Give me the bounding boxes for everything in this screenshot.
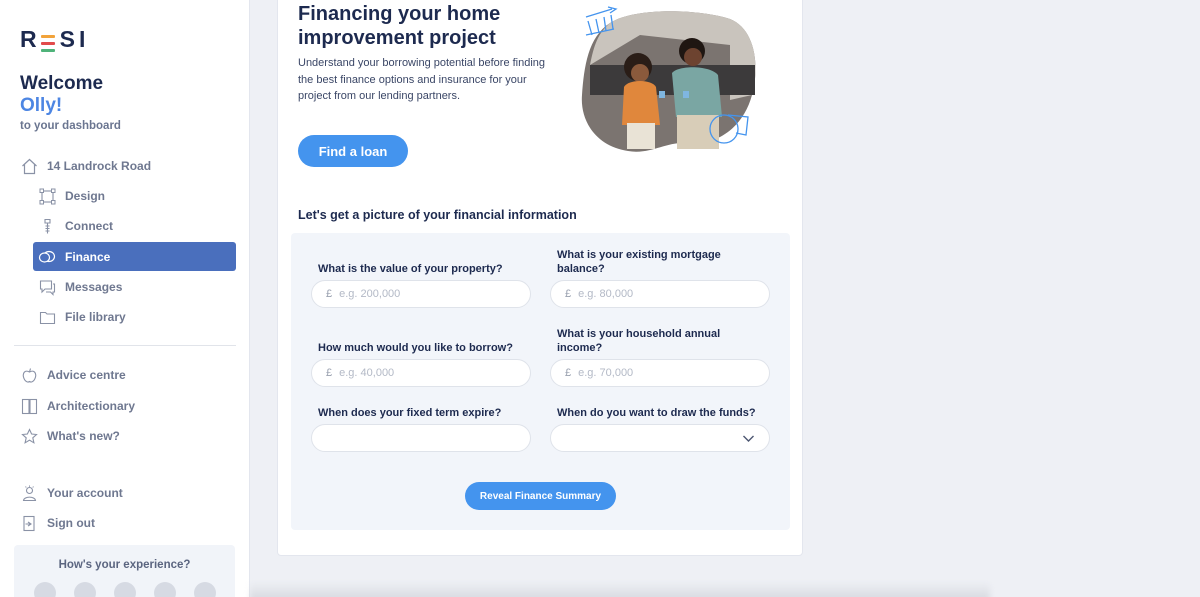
bottom-shadow: [250, 582, 990, 597]
property-value-placeholder: e.g. 200,000: [339, 288, 401, 300]
nav-item-advice-centre-label: Advice centre: [47, 368, 126, 382]
folder-icon: [38, 308, 56, 326]
logo-letters-si: SI: [59, 26, 90, 52]
design-icon: [38, 187, 56, 205]
mortgage-balance-label: What is your existing mortgage balance?: [557, 249, 721, 275]
find-loan-button[interactable]: Find a loan: [298, 135, 408, 167]
nav-item-architectionary[interactable]: Architectionary: [20, 397, 135, 415]
sidebar: R SI Welcome Olly! to your dashboard 14 …: [0, 0, 250, 597]
currency-symbol: £: [565, 367, 572, 379]
resi-logo[interactable]: R SI: [20, 26, 89, 53]
welcome-subtitle: to your dashboard: [20, 120, 121, 132]
rating-options: [34, 582, 216, 597]
currency-symbol: £: [326, 367, 333, 379]
draw-funds-select[interactable]: [550, 424, 770, 452]
nav-item-design[interactable]: Design: [38, 187, 105, 205]
currency-symbol: £: [565, 288, 572, 300]
nav-item-messages-label: Messages: [65, 280, 123, 294]
currency-symbol: £: [326, 288, 333, 300]
home-icon: [20, 157, 38, 175]
page-description: Understand your borrowing potential befo…: [298, 57, 546, 102]
apple-icon: [20, 366, 38, 384]
household-income-placeholder: e.g. 70,000: [578, 367, 634, 379]
sign-out-icon: [20, 514, 38, 532]
welcome-heading: Welcome: [20, 73, 104, 94]
nav-item-sign-out-label: Sign out: [47, 516, 95, 530]
rating-option-4[interactable]: [154, 582, 176, 597]
finance-icon: [38, 248, 56, 266]
chevron-down-icon: [742, 432, 755, 448]
rating-option-3[interactable]: [114, 582, 136, 597]
page-title: Financing your home improvement project: [298, 3, 501, 49]
mortgage-balance-input[interactable]: £ e.g. 80,000: [550, 280, 770, 308]
nav-item-whats-new[interactable]: What's new?: [20, 427, 120, 445]
messages-icon: [38, 278, 56, 296]
mortgage-balance-placeholder: e.g. 80,000: [578, 288, 634, 300]
nav-item-whats-new-label: What's new?: [47, 429, 120, 443]
connect-icon: [38, 217, 56, 235]
reveal-finance-summary-button[interactable]: Reveal Finance Summary: [465, 482, 616, 510]
rating-option-2[interactable]: [74, 582, 96, 597]
nav-item-finance-label: Finance: [65, 249, 111, 264]
nav-property-label: 14 Landrock Road: [47, 159, 152, 173]
nav-item-connect-label: Connect: [65, 219, 113, 233]
nav-item-your-account-label: Your account: [47, 486, 123, 500]
household-income-label: What is your household annual income?: [557, 328, 721, 354]
nav-item-finance[interactable]: Finance: [33, 242, 236, 271]
nav-property[interactable]: 14 Landrock Road: [20, 157, 151, 175]
nav-item-advice-centre[interactable]: Advice centre: [20, 366, 126, 384]
household-income-input[interactable]: £ e.g. 70,000: [550, 359, 770, 387]
draw-funds-label: When do you want to draw the funds?: [557, 407, 756, 419]
borrow-amount-input[interactable]: £ e.g. 40,000: [311, 359, 531, 387]
rating-option-1[interactable]: [34, 582, 56, 597]
borrow-amount-label: How much would you like to borrow?: [318, 342, 513, 354]
nav-item-file-library-label: File library: [65, 310, 126, 324]
experience-title: How's your experience?: [58, 559, 191, 571]
nav-item-architectionary-label: Architectionary: [47, 399, 136, 413]
book-icon: [20, 397, 38, 415]
logo-stripes-e: [40, 33, 56, 53]
nav-item-your-account[interactable]: Your account: [20, 484, 123, 502]
nav-item-file-library[interactable]: File library: [38, 308, 126, 326]
property-value-label: What is the value of your property?: [318, 263, 503, 275]
nav-item-design-label: Design: [65, 189, 106, 203]
user-icon: [20, 484, 38, 502]
property-value-input[interactable]: £ e.g. 200,000: [311, 280, 531, 308]
star-icon: [20, 427, 38, 445]
fixed-term-input[interactable]: [311, 424, 531, 452]
borrow-amount-placeholder: e.g. 40,000: [339, 367, 395, 379]
experience-widget: How's your experience?: [14, 545, 235, 597]
fixed-term-label: When does your fixed term expire?: [318, 407, 502, 419]
welcome-user-name: Olly!: [20, 95, 63, 116]
finance-card: Financing your home improvement project …: [277, 0, 803, 556]
nav-item-messages[interactable]: Messages: [38, 278, 122, 296]
nav-item-connect[interactable]: Connect: [38, 217, 113, 235]
rating-option-5[interactable]: [194, 582, 216, 597]
logo-letter-r: R: [20, 26, 41, 52]
hero-illustration: [580, 5, 760, 155]
welcome-block: Welcome Olly! to your dashboard: [20, 73, 121, 132]
section-title: Let's get a picture of your financial in…: [298, 208, 577, 222]
financial-info-form: What is the value of your property? £ e.…: [291, 233, 790, 530]
sidebar-divider: [14, 345, 236, 346]
nav-item-sign-out[interactable]: Sign out: [20, 514, 95, 532]
